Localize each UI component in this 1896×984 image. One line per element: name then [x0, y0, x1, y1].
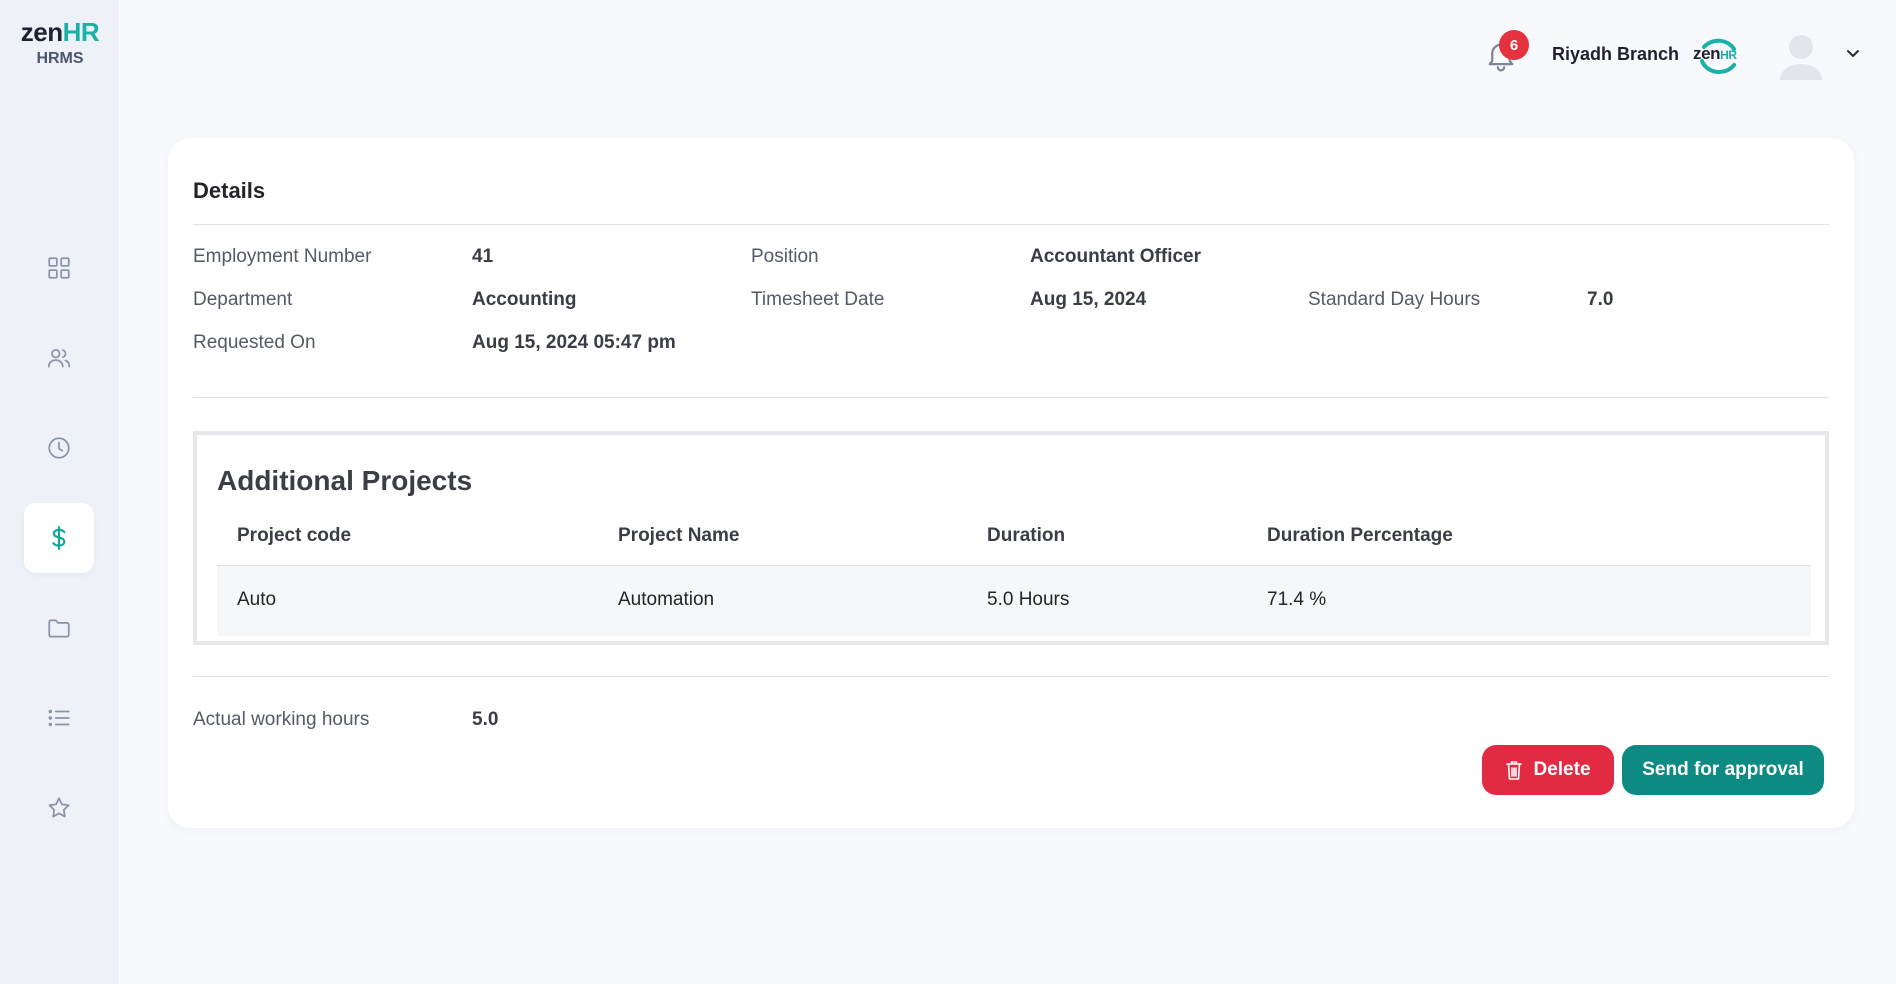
divider: [193, 224, 1829, 225]
standard-day-hours-label: Standard Day Hours: [1308, 289, 1481, 310]
cell-project-code: Auto: [237, 589, 277, 610]
details-card: Details Employment Number 41 Position Ac…: [168, 138, 1854, 828]
logo-text: zen: [20, 17, 63, 47]
position-value: Accountant Officer: [1030, 246, 1202, 267]
star-icon: [48, 797, 70, 818]
cell-duration: 5.0 Hours: [987, 589, 1070, 610]
additional-projects-title: Additional Projects: [217, 465, 473, 496]
send-for-approval-button[interactable]: Send for approval: [1622, 745, 1824, 795]
employment-number-value: 41: [472, 246, 494, 267]
cell-duration-percentage: 71.4 %: [1267, 589, 1327, 610]
sidebar-item-employees[interactable]: [24, 323, 94, 393]
sidebar-item-requests[interactable]: [24, 683, 94, 753]
timesheet-date-label: Timesheet Date: [751, 289, 885, 310]
requested-on-label: Requested On: [193, 332, 316, 353]
timesheet-date-value: Aug 15, 2024: [1030, 289, 1147, 310]
send-for-approval-label: Send for approval: [1642, 759, 1804, 780]
divider: [193, 397, 1829, 398]
column-header-project-code: Project code: [237, 525, 352, 546]
department-label: Department: [193, 289, 293, 310]
notification-count-badge: 6: [1499, 30, 1529, 60]
folder-icon: [48, 619, 70, 638]
standard-day-hours-value: 7.0: [1587, 289, 1614, 310]
delete-button-label: Delete: [1533, 759, 1591, 780]
sidebar-item-favorites[interactable]: [24, 773, 94, 843]
department-value: Accounting: [472, 289, 577, 310]
company-logo-text: zen: [1693, 44, 1721, 63]
sidebar-item-payroll[interactable]: [24, 503, 94, 573]
delete-button[interactable]: Delete: [1482, 745, 1614, 795]
divider: [193, 676, 1829, 677]
clock-icon: [48, 437, 70, 459]
app-logo[interactable]: zenHR HRMS: [14, 18, 106, 68]
users-icon: [47, 349, 71, 368]
logo-subtitle: HRMS: [36, 50, 84, 67]
company-logo-hr-text: HR: [1720, 48, 1737, 62]
position-label: Position: [751, 246, 819, 267]
chevron-down-icon[interactable]: [1845, 48, 1861, 60]
column-header-project-name: Project Name: [618, 525, 740, 546]
branch-name[interactable]: Riyadh Branch: [1552, 44, 1679, 65]
sidebar-item-documents[interactable]: [24, 593, 94, 663]
list-icon: [48, 709, 70, 727]
employment-number-label: Employment Number: [193, 246, 372, 267]
column-header-duration: Duration: [987, 525, 1066, 546]
sidebar: zenHR HRMS: [0, 0, 119, 984]
sidebar-item-dashboard[interactable]: [24, 233, 94, 303]
actual-working-hours-label: Actual working hours: [193, 709, 370, 730]
actual-working-hours-value: 5.0: [472, 709, 499, 730]
details-title: Details: [193, 178, 266, 203]
additional-projects-section: Additional Projects Project code Project…: [193, 431, 1829, 645]
logo-hr-text: HR: [62, 17, 100, 47]
company-logo: zenHR: [1693, 44, 1737, 64]
trash-icon: [1506, 761, 1523, 780]
column-header-duration-percentage: Duration Percentage: [1267, 525, 1453, 546]
dollar-icon: [52, 526, 66, 550]
requested-on-value: Aug 15, 2024 05:47 pm: [472, 332, 676, 353]
table-row: Auto Automation 5.0 Hours 71.4 %: [217, 566, 1811, 636]
user-avatar-icon[interactable]: [1778, 32, 1824, 82]
sidebar-item-attendance[interactable]: [24, 413, 94, 483]
cell-project-name: Automation: [618, 589, 715, 610]
grid-icon: [48, 257, 70, 279]
